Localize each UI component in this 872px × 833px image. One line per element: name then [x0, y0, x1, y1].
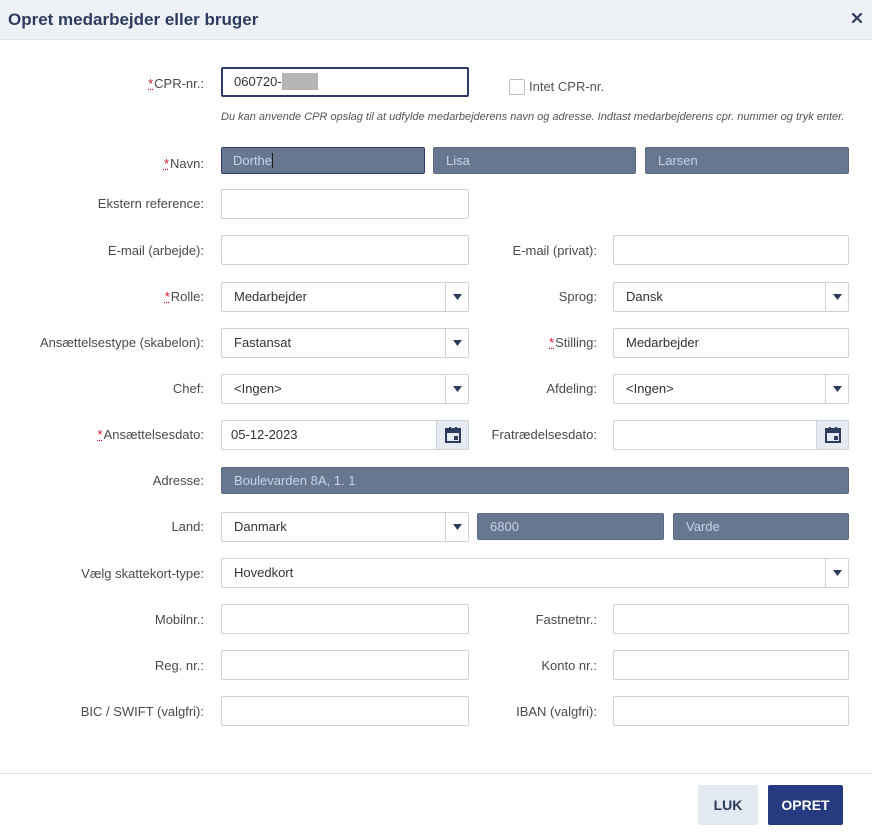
end-date-picker-button[interactable]: [816, 421, 848, 449]
chevron-down-icon: [833, 386, 842, 392]
manager-select[interactable]: <Ingen>: [221, 374, 469, 404]
dialog-title: Opret medarbejder eller bruger: [8, 10, 259, 29]
employment-type-label: Ansættelsestype (skabelon):: [39, 335, 204, 350]
required-marker: *: [97, 427, 103, 442]
reg-no-label: Reg. nr.:: [154, 658, 204, 673]
close-button[interactable]: LUK: [698, 785, 758, 825]
employment-type-select[interactable]: Fastansat: [221, 328, 469, 358]
chevron-down-icon: [453, 524, 462, 530]
no-cpr-checkbox[interactable]: [509, 79, 525, 95]
chevron-down-icon: [833, 294, 842, 300]
country-select[interactable]: Danmark: [221, 512, 469, 542]
cpr-label: *CPR-nr.:: [148, 76, 204, 91]
chevron-down-icon: [453, 386, 462, 392]
language-dropdown-button[interactable]: [825, 283, 848, 311]
name-label: *Navn:: [163, 156, 204, 171]
email-work-label: E-mail (arbejde):: [107, 243, 204, 258]
email-private-label: E-mail (privat):: [512, 243, 597, 258]
chevron-down-icon: [453, 294, 462, 300]
cpr-input[interactable]: 060720-: [221, 67, 469, 97]
employment-type-dropdown-button[interactable]: [445, 329, 468, 357]
zip-input[interactable]: 6800: [477, 513, 664, 540]
footer-divider: [0, 773, 872, 774]
landline-label: Fastnetnr.:: [535, 612, 597, 627]
tax-card-dropdown-button[interactable]: [825, 559, 848, 587]
text-caret: [272, 152, 274, 168]
bic-label: BIC / SWIFT (valgfri):: [80, 704, 204, 719]
language-label: Sprog:: [558, 289, 597, 304]
email-private-input[interactable]: [613, 235, 849, 265]
language-select[interactable]: Dansk: [613, 282, 849, 312]
external-ref-label: Ekstern reference:: [97, 196, 204, 211]
no-cpr-label: Intet CPR-nr.: [529, 79, 605, 94]
reg-no-input[interactable]: [221, 650, 469, 680]
tax-card-label: Vælg skattekort-type:: [81, 566, 204, 581]
required-marker: *: [163, 156, 170, 171]
end-date-input[interactable]: [613, 420, 849, 450]
mobile-label: Mobilnr.:: [154, 612, 204, 627]
external-ref-input[interactable]: [221, 189, 469, 219]
city-input[interactable]: Varde: [673, 513, 849, 540]
cpr-hint: Du kan anvende CPR opslag til at udfylde…: [221, 111, 845, 123]
role-label: *Rolle:: [164, 289, 204, 304]
end-date-label: Fratrædelsesdato:: [491, 427, 598, 442]
account-no-label: Konto nr.:: [541, 658, 597, 673]
country-label: Land:: [171, 519, 204, 534]
close-icon[interactable]: [850, 11, 864, 25]
role-select[interactable]: Medarbejder: [221, 282, 469, 312]
department-select[interactable]: <Ingen>: [613, 374, 849, 404]
chevron-down-icon: [453, 340, 462, 346]
role-dropdown-button[interactable]: [445, 283, 468, 311]
calendar-icon: [825, 427, 841, 443]
address-label: Adresse:: [152, 473, 204, 488]
required-marker: *: [148, 76, 154, 91]
start-date-input[interactable]: 05-12-2023: [221, 420, 469, 450]
required-marker: *: [549, 335, 555, 350]
last-name-input[interactable]: Larsen: [645, 147, 849, 174]
calendar-icon: [445, 427, 461, 443]
chevron-down-icon: [833, 570, 842, 576]
cpr-mask: [281, 72, 318, 90]
middle-name-input[interactable]: Lisa: [433, 147, 636, 174]
dialog-header: Opret medarbejder eller bruger: [0, 0, 872, 40]
start-date-label: *Ansættelsesdato:: [97, 427, 204, 442]
tax-card-select[interactable]: Hovedkort: [221, 558, 849, 588]
account-no-input[interactable]: [613, 650, 849, 680]
manager-label: Chef:: [172, 381, 204, 396]
email-work-input[interactable]: [221, 235, 469, 265]
required-marker: *: [164, 289, 170, 304]
create-button[interactable]: OPRET: [768, 785, 843, 825]
country-dropdown-button[interactable]: [445, 513, 468, 541]
department-dropdown-button[interactable]: [825, 375, 848, 403]
first-name-input[interactable]: Dorthe: [221, 147, 425, 174]
start-date-picker-button[interactable]: [436, 421, 468, 449]
bic-input[interactable]: [221, 696, 469, 726]
address-input[interactable]: Boulevarden 8A, 1. 1: [221, 467, 849, 494]
iban-input[interactable]: [613, 696, 849, 726]
position-label: *Stilling:: [549, 335, 597, 350]
landline-input[interactable]: [613, 604, 849, 634]
position-input[interactable]: Medarbejder: [613, 328, 849, 358]
mobile-input[interactable]: [221, 604, 469, 634]
iban-label: IBAN (valgfri):: [516, 704, 597, 719]
department-label: Afdeling:: [546, 381, 597, 396]
manager-dropdown-button[interactable]: [445, 375, 468, 403]
